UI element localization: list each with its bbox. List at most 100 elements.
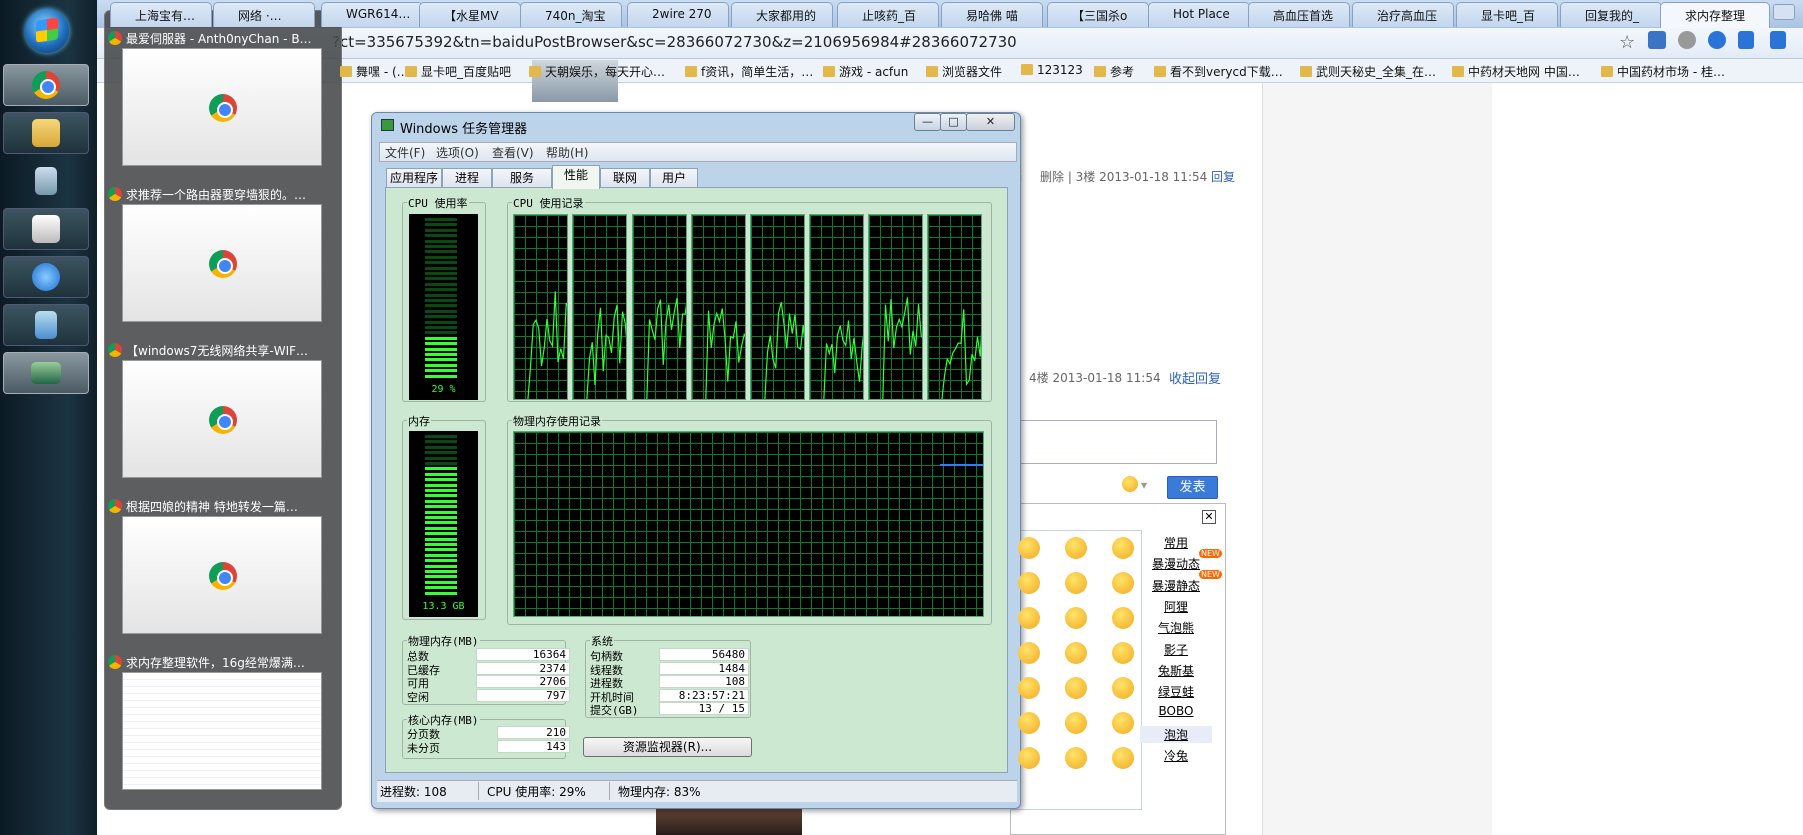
browser-tab[interactable]: 【水星MV [419, 2, 521, 27]
taskbar-calculator-button[interactable] [3, 160, 89, 202]
extension-icon[interactable] [1770, 31, 1786, 49]
browser-tab[interactable]: 【三国杀o [1047, 2, 1149, 27]
emoji-category-tab[interactable]: 兔斯基 [1140, 662, 1212, 679]
start-button[interactable] [25, 9, 69, 53]
emoji-category-tab[interactable]: 气泡熊 [1140, 619, 1212, 636]
emoji-icon[interactable] [1065, 677, 1087, 699]
menu-item[interactable]: 选项(O) [436, 144, 479, 161]
browser-tab[interactable]: 740n_淘宝 [520, 2, 622, 27]
send-button[interactable]: 发表 [1167, 476, 1218, 499]
tab-2[interactable]: 服务 [492, 168, 552, 188]
emoji-category-tab[interactable]: 暴漫静态 [1140, 577, 1212, 594]
reply-link[interactable]: 回复 [1211, 168, 1235, 185]
thumbnail-item[interactable]: 【windows7无线网络共享-WIF… [104, 342, 342, 482]
collapse-reply-link[interactable]: 收起回复 [1169, 368, 1221, 387]
close-button[interactable]: ✕ [966, 113, 1015, 131]
emoji-category-tab[interactable]: 绿豆蛙 [1140, 683, 1212, 700]
browser-tab[interactable]: 易哈佛 喵 [941, 2, 1043, 27]
tab-4[interactable]: 联网 [600, 168, 650, 188]
emoji-close-button[interactable]: ✕ [1202, 510, 1216, 524]
browser-tab[interactable]: 上海宝有… [110, 2, 212, 27]
taskbar-ie-button[interactable] [3, 256, 89, 298]
bookmark-item[interactable]: 显卡吧_百度贴吧 [405, 63, 511, 80]
bookmark-item[interactable]: 123123 [1021, 63, 1083, 77]
browser-tab[interactable]: Hot Place [1148, 2, 1250, 27]
browser-tab[interactable]: 2wire 270 [627, 2, 729, 27]
bookmark-item[interactable]: 浏览器文件 [926, 63, 1002, 80]
emoji-category-tab[interactable]: BOBO [1140, 704, 1212, 718]
emoji-icon[interactable] [1065, 712, 1087, 734]
bookmark-item[interactable]: 游戏 - acfun [823, 63, 908, 80]
tab-0[interactable]: 应用程序 [386, 168, 442, 188]
emoji-icon[interactable] [1112, 712, 1134, 734]
emoji-icon[interactable] [1065, 572, 1087, 594]
bookmark-item[interactable]: 中国药材市场 - 桂… [1601, 63, 1725, 80]
new-tab-button[interactable] [1773, 4, 1795, 20]
taskbar-chrome-button[interactable] [3, 64, 89, 106]
tab-1[interactable]: 进程 [442, 168, 492, 188]
emoji-category-tab[interactable]: 泡泡 [1140, 726, 1212, 743]
emoji-category-tab[interactable]: 阿狸 [1140, 598, 1212, 615]
emoji-icon[interactable] [1112, 572, 1134, 594]
minimize-button[interactable]: — [914, 113, 941, 131]
emoji-icon[interactable] [1018, 572, 1040, 594]
browser-tab[interactable]: 高血压首选 [1248, 2, 1350, 27]
emoji-picker-icon[interactable] [1122, 476, 1138, 492]
maximize-button[interactable]: □ [940, 113, 967, 131]
emoji-icon[interactable] [1018, 677, 1040, 699]
browser-tab[interactable]: 治疗高血压 [1352, 2, 1454, 27]
extension-icon[interactable] [1648, 31, 1666, 49]
thumbnail-item[interactable]: 最爱伺服器 - Anth0nyChan - B… [104, 30, 342, 170]
browser-tab[interactable]: 求内存整理 [1660, 2, 1770, 28]
bookmark-item[interactable]: 天朝娱乐，每天开心… [529, 63, 665, 80]
emoji-icon[interactable] [1018, 607, 1040, 629]
bookmark-item[interactable]: 参考 [1094, 63, 1134, 80]
emoji-icon[interactable] [1112, 607, 1134, 629]
extension-icon[interactable] [1708, 31, 1726, 49]
emoji-icon[interactable] [1112, 677, 1134, 699]
emoji-category-tab[interactable]: 影子 [1140, 641, 1212, 658]
emoji-icon[interactable] [1112, 537, 1134, 559]
emoji-icon[interactable] [1065, 642, 1087, 664]
bookmark-item[interactable]: 舞嘿 - (… [340, 63, 409, 80]
extension-icon[interactable] [1678, 31, 1696, 49]
extension-icon[interactable] [1738, 31, 1754, 49]
taskbar-printer-button[interactable] [3, 208, 89, 250]
taskbar-taskmanager-button[interactable] [3, 352, 89, 394]
taskbar-notepad-button[interactable] [3, 304, 89, 346]
emoji-category-tab[interactable]: 冷兔 [1140, 747, 1212, 764]
menu-item[interactable]: 文件(F) [385, 144, 425, 161]
thumbnail-item[interactable]: 求推荐一个路由器要穿墙狠的。… [104, 186, 342, 326]
resource-monitor-button[interactable]: 资源监视器(R)... [583, 737, 752, 757]
browser-tab[interactable]: 大家都用的 [731, 2, 833, 27]
bookmark-item[interactable]: f资讯，简单生活，… [685, 63, 813, 80]
tab-5[interactable]: 用户 [650, 168, 698, 188]
emoji-icon[interactable] [1065, 537, 1087, 559]
emoji-icon[interactable] [1112, 747, 1134, 769]
browser-tab[interactable]: 回复我的_ [1560, 2, 1662, 27]
emoji-icon[interactable] [1018, 642, 1040, 664]
browser-tab[interactable]: 网络 ·… [213, 2, 315, 27]
bookmark-star-icon[interactable]: ☆ [1619, 32, 1635, 53]
bookmark-item[interactable]: 武则天秘史_全集_在… [1300, 63, 1436, 80]
url-text[interactable]: ?ct=335675392&tn=baiduPostBrowser&sc=283… [332, 33, 1017, 51]
emoji-icon[interactable] [1065, 747, 1087, 769]
emoji-icon[interactable] [1018, 712, 1040, 734]
taskbar-explorer-button[interactable] [3, 112, 89, 154]
browser-tab[interactable]: WGR614… [321, 2, 423, 27]
browser-tab[interactable]: 止咳药_百 [837, 2, 939, 27]
menu-item[interactable]: 帮助(H) [546, 144, 588, 161]
bookmark-item[interactable]: 中药材天地网 中国… [1452, 63, 1580, 80]
bookmark-item[interactable]: 看不到verycd下载… [1154, 63, 1283, 80]
menu-item[interactable]: 查看(V) [492, 144, 534, 161]
thumbnail-item[interactable]: 求内存整理软件，16g经常爆满… [104, 654, 342, 794]
thumbnail-item[interactable]: 根据四娘的精神 特地转发一篇… [104, 498, 342, 638]
reply-input[interactable] [1010, 420, 1217, 464]
emoji-icon[interactable] [1065, 607, 1087, 629]
emoji-icon[interactable] [1018, 537, 1040, 559]
emoji-icon[interactable] [1112, 642, 1134, 664]
tab-3[interactable]: 性能 [552, 165, 600, 189]
chevron-down-icon[interactable]: ▾ [1141, 478, 1147, 492]
browser-tab[interactable]: 显卡吧_百 [1456, 2, 1558, 27]
emoji-icon[interactable] [1018, 747, 1040, 769]
